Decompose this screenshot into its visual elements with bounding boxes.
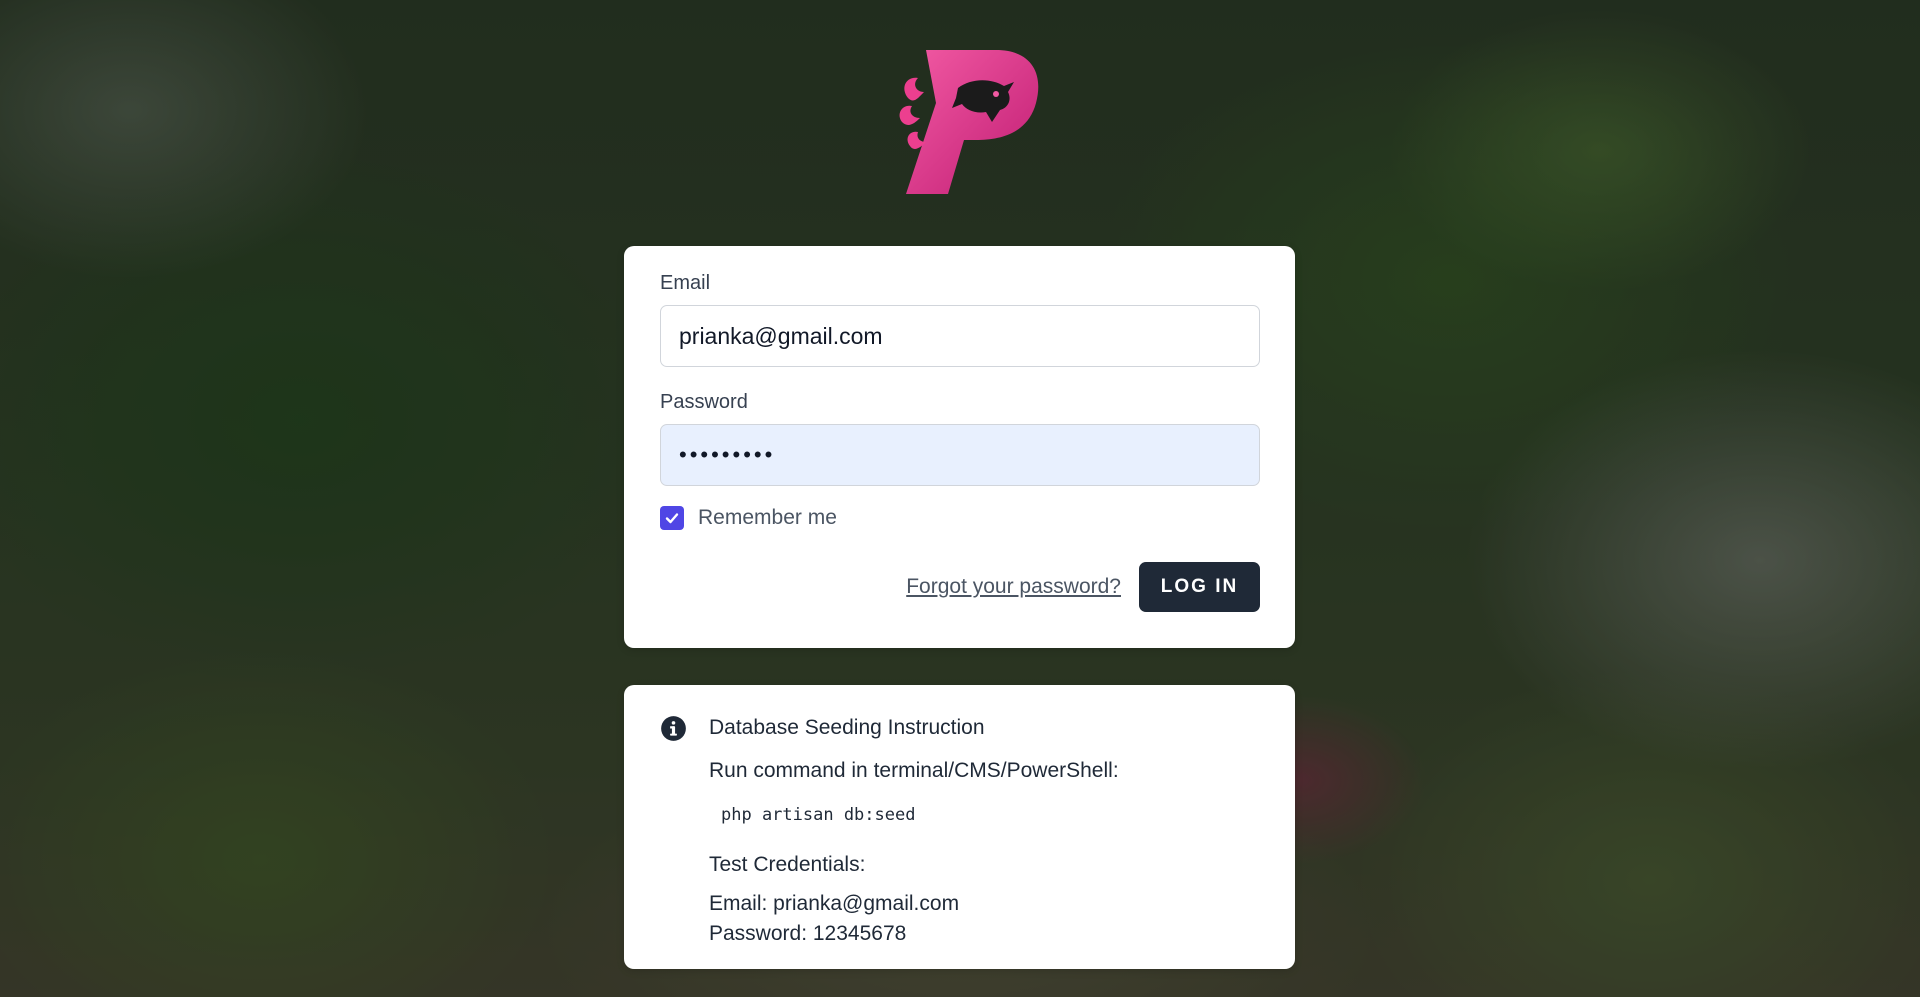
password-input[interactable]: ••••••••• xyxy=(660,424,1260,486)
info-content: Database Seeding Instruction Run command… xyxy=(709,713,1259,949)
info-title: Database Seeding Instruction xyxy=(709,716,985,739)
remember-me-row[interactable]: Remember me xyxy=(660,506,1259,530)
info-instruction: Run command in terminal/CMS/PowerShell: xyxy=(709,759,1119,782)
credentials-email: Email: prianka@gmail.com xyxy=(709,892,960,915)
seed-command: php artisan db:seed xyxy=(721,805,916,825)
email-field-group: Email prianka@gmail.com xyxy=(660,272,1260,367)
forgot-password-link[interactable]: Forgot your password? xyxy=(906,575,1121,599)
password-label: Password xyxy=(660,391,748,413)
email-input[interactable]: prianka@gmail.com xyxy=(660,305,1260,367)
seeding-info-card: Database Seeding Instruction Run command… xyxy=(624,685,1295,969)
remember-me-label: Remember me xyxy=(698,506,837,529)
login-card: Email prianka@gmail.com Password •••••••… xyxy=(624,246,1295,648)
credentials-password: Password: 12345678 xyxy=(709,922,907,945)
login-button[interactable]: LOG IN xyxy=(1139,562,1260,612)
credentials-title: Test Credentials: xyxy=(709,853,866,876)
info-row: Database Seeding Instruction Run command… xyxy=(660,713,1259,949)
login-actions: Forgot your password? LOG IN xyxy=(660,562,1260,612)
email-label: Email xyxy=(660,272,711,294)
password-field-group: Password ••••••••• xyxy=(660,391,1260,486)
info-circle-icon xyxy=(661,716,686,741)
check-icon xyxy=(665,513,679,524)
remember-me-checkbox[interactable] xyxy=(660,506,684,530)
logo-icon xyxy=(899,50,1039,194)
